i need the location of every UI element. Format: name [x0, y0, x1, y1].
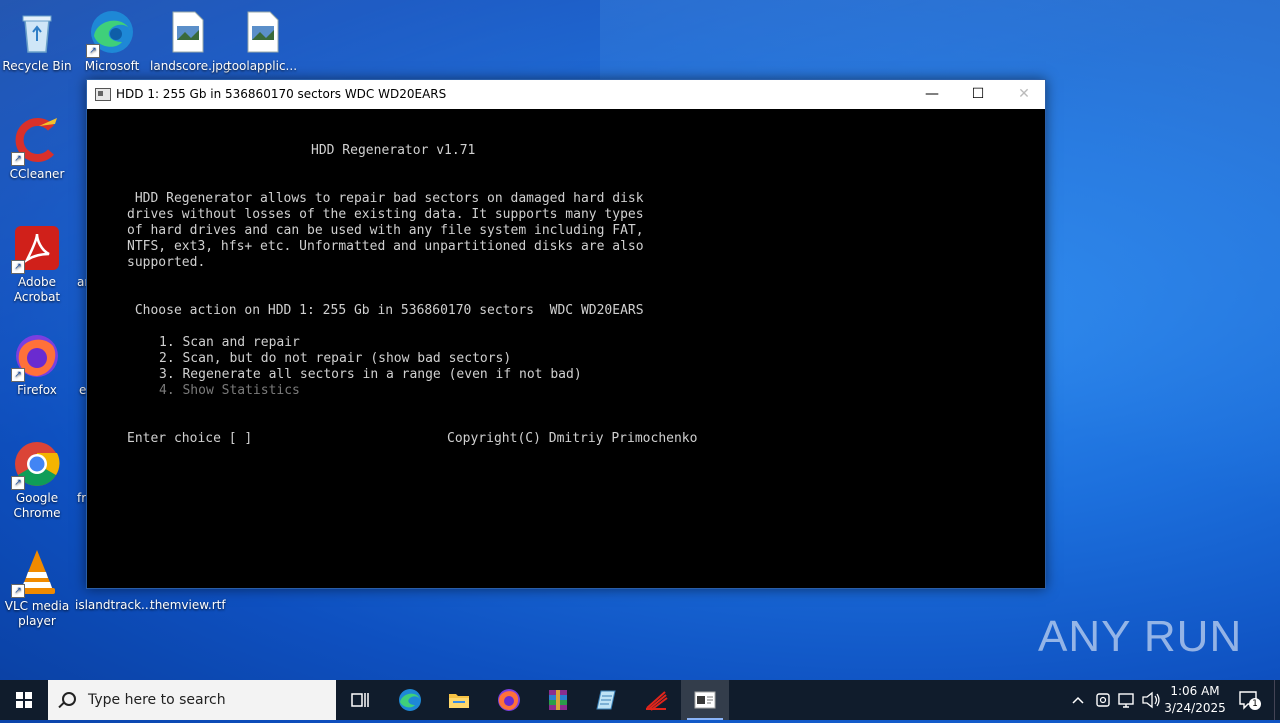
console-app-icon	[95, 88, 111, 101]
chevron-up-icon	[1072, 696, 1084, 704]
firefox-icon	[498, 689, 520, 711]
maximize-button[interactable]: ☐	[955, 80, 1001, 109]
image-file-icon	[163, 8, 211, 56]
console-description-line: NTFS, ext3, hfs+ etc. Unformatted and un…	[127, 239, 644, 254]
edge-icon	[399, 689, 421, 711]
shortcut-arrow-icon: ↗	[11, 368, 25, 382]
taskbar-edge[interactable]	[386, 680, 434, 720]
hdd-regenerator-window: HDD 1: 255 Gb in 536860170 sectors WDC W…	[86, 79, 1046, 589]
task-view-icon	[351, 693, 369, 707]
console-heading: HDD Regenerator v1.71	[311, 143, 476, 158]
notepad-icon	[596, 690, 616, 710]
desktop-icon-label: islandtrack...	[75, 598, 153, 612]
window-titlebar[interactable]: HDD 1: 255 Gb in 536860170 sectors WDC W…	[87, 80, 1045, 109]
menu-option-show-statistics: 4. Show Statistics	[159, 383, 300, 398]
enter-choice-prompt[interactable]: Enter choice [ ]	[127, 431, 252, 447]
tray-app-icon[interactable]	[1092, 680, 1114, 720]
menu-option-regenerate-range[interactable]: 3. Regenerate all sectors in a range (ev…	[159, 367, 582, 383]
taskbar-file-explorer[interactable]	[435, 680, 483, 720]
desktop-icon-label: Firefox	[17, 383, 57, 397]
console-output[interactable]: HDD Regenerator v1.71 HDD Regenerator al…	[87, 109, 1045, 588]
desktop-icon-label: Microsoft Edge	[84, 59, 140, 73]
image-file-icon	[238, 8, 286, 56]
shortcut-arrow-icon: ↗	[11, 476, 25, 490]
show-desktop-button[interactable]	[1274, 680, 1280, 720]
edge-icon: ↗	[86, 8, 136, 58]
close-button[interactable]: ✕	[1001, 80, 1047, 109]
chrome-icon: ↗	[11, 440, 61, 490]
search-icon	[62, 692, 76, 706]
desktop-icon-toolapplic[interactable]: toolapplic...	[225, 8, 299, 74]
desktop-icon-themview[interactable]: themview.rtf	[150, 598, 226, 613]
volume-button[interactable]	[1140, 680, 1162, 720]
taskbar-console-window[interactable]	[681, 680, 729, 720]
anyrun-watermark: ANY RUN	[1038, 612, 1243, 661]
taskbar-winrar[interactable]	[534, 680, 582, 720]
recycle-bin-icon	[13, 8, 61, 56]
clock-time: 1:06 AM	[1170, 684, 1220, 698]
folder-icon	[449, 694, 469, 708]
shortcut-arrow-icon: ↗	[11, 152, 25, 166]
taskbar: Type here to search 1:06 AM 3/24/2025 1	[0, 680, 1280, 720]
desktop-icon-edge[interactable]: ↗ Microsoft Edge	[75, 8, 149, 74]
copyright-text: Copyright(C) Dmitriy Primochenko	[447, 431, 698, 446]
winrar-icon	[549, 690, 567, 710]
desktop-icon-vlc[interactable]: ↗ VLC media player	[0, 548, 74, 629]
desktop-icon-google-chrome[interactable]: ↗ Google Chrome	[0, 440, 74, 521]
console-description-line: drives without losses of the existing da…	[127, 207, 644, 222]
task-view-button[interactable]	[336, 680, 384, 720]
desktop-icon-label: toolapplic...	[226, 59, 298, 73]
windows-logo-icon	[16, 692, 32, 708]
firefox-icon: ↗	[11, 332, 61, 382]
taskbar-firefox[interactable]	[485, 680, 533, 720]
shortcut-arrow-icon: ↗	[86, 44, 100, 58]
window-title: HDD 1: 255 Gb in 536860170 sectors WDC W…	[116, 87, 447, 101]
taskbar-notepad-app[interactable]	[583, 680, 631, 720]
partial-desktop-label: fr	[77, 491, 87, 505]
desktop-icon-label: Adobe Acrobat	[13, 275, 61, 304]
console-description-line: HDD Regenerator allows to repair bad sec…	[127, 191, 644, 206]
acrobat-reader-icon	[646, 691, 668, 711]
console-window-icon	[694, 691, 716, 709]
taskbar-clock[interactable]: 1:06 AM 3/24/2025	[1160, 683, 1230, 717]
menu-option-scan-repair[interactable]: 1. Scan and repair	[159, 335, 300, 351]
notification-count: 1	[1249, 698, 1261, 710]
shortcut-arrow-icon: ↗	[11, 260, 25, 274]
console-description-line: supported.	[127, 255, 206, 270]
console-description-line: of hard drives and can be used with any …	[127, 223, 644, 238]
taskbar-acrobat-reader[interactable]	[632, 680, 680, 720]
vlc-icon: ↗	[11, 548, 61, 598]
desktop-icon-label: Google Chrome	[13, 491, 61, 520]
ccleaner-icon: ↗	[11, 116, 61, 166]
clock-date: 3/24/2025	[1164, 701, 1226, 715]
desktop-icon-islandtrack[interactable]: islandtrack...	[75, 598, 153, 613]
minimize-button[interactable]: —	[909, 80, 955, 109]
notifications-button[interactable]: 1	[1236, 680, 1262, 720]
desktop-icon-label: VLC media player	[4, 599, 70, 628]
desktop-icon-recycle-bin[interactable]: Recycle Bin	[0, 8, 74, 74]
start-button[interactable]	[0, 680, 48, 720]
desktop-icon-adobe-acrobat[interactable]: ↗ Adobe Acrobat	[0, 224, 74, 305]
camera-icon	[1096, 693, 1110, 707]
desktop-icon-label: CCleaner	[9, 167, 65, 181]
network-icon	[1118, 693, 1134, 708]
desktop-icon-label: landscore.jpg	[150, 59, 231, 73]
taskbar-search-box[interactable]: Type here to search	[48, 680, 336, 720]
menu-option-scan-no-repair[interactable]: 2. Scan, but do not repair (show bad sec…	[159, 351, 511, 367]
desktop-icon-landscore[interactable]: landscore.jpg	[150, 8, 231, 74]
network-button[interactable]	[1116, 680, 1138, 720]
desktop-icon-firefox[interactable]: ↗ Firefox	[0, 332, 74, 398]
shortcut-arrow-icon: ↗	[11, 584, 25, 598]
desktop-icon-label: Recycle Bin	[2, 59, 72, 73]
show-hidden-icons-button[interactable]	[1068, 680, 1088, 720]
desktop-icon-label: themview.rtf	[150, 598, 226, 612]
search-placeholder: Type here to search	[88, 692, 226, 708]
speaker-icon	[1142, 691, 1160, 709]
choose-action-prompt: Choose action on HDD 1: 255 Gb in 536860…	[127, 303, 644, 318]
acrobat-icon: ↗	[11, 224, 61, 274]
desktop-icon-ccleaner[interactable]: ↗ CCleaner	[0, 116, 74, 182]
